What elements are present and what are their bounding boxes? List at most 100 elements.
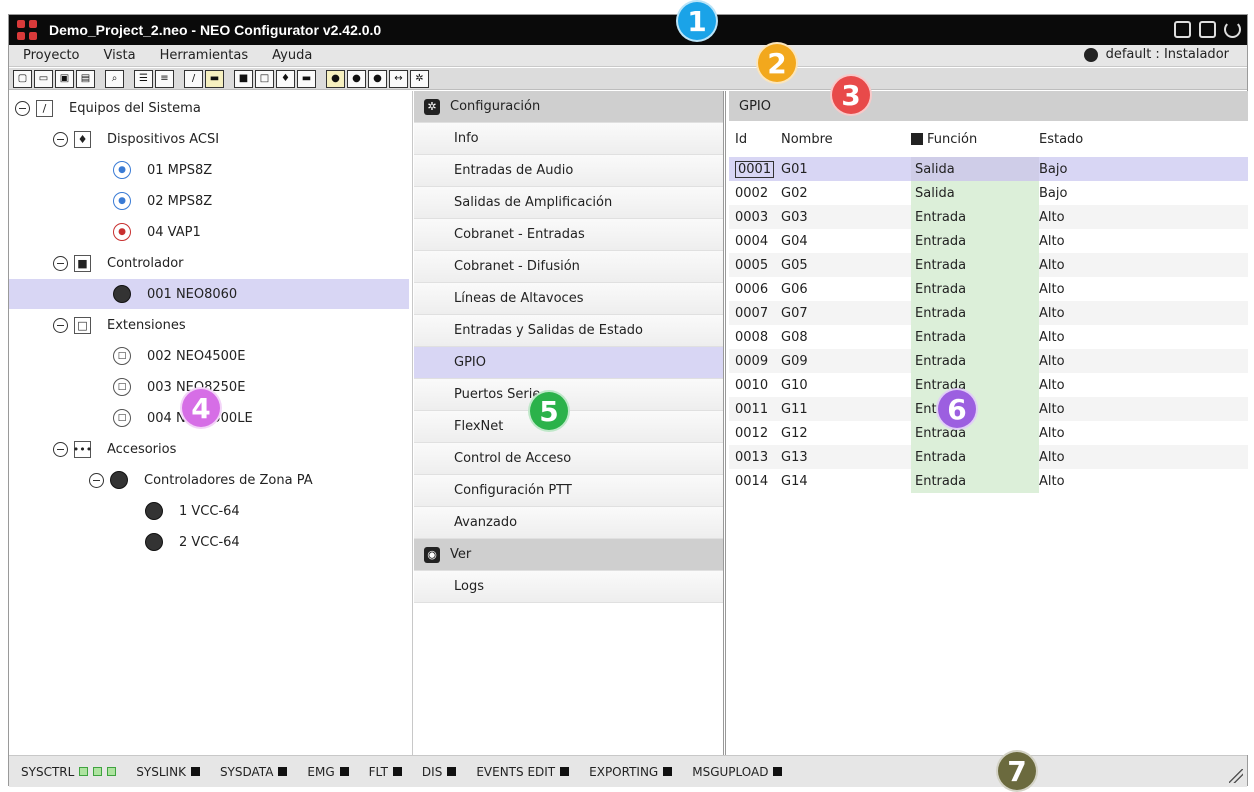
collapse-icon[interactable] [53,131,68,147]
table-row[interactable]: 0011G11EntradaAlto [729,397,1248,421]
tree-node-controlador[interactable]: ■ Controlador [53,248,184,278]
collapse-icon[interactable] [53,317,68,333]
tree-node-mps8z-01[interactable]: ● 01 MPS8Z [113,155,212,185]
cell-funcion[interactable]: Salida [911,181,1039,205]
tree-node-extensiones[interactable]: □ Extensiones [53,310,186,340]
table-row[interactable]: 0012 G12 Entrada Alto [729,421,1248,445]
menu-item-cobranet-entradas[interactable]: Cobranet - Entradas [414,219,723,251]
tree-node-neo8060[interactable]: 001 NEO8060 [9,279,409,309]
table-row[interactable]: 0001 G01 Salida Bajo [729,157,1248,181]
menu-item-avanzado[interactable]: Avanzado [414,507,723,539]
list-view-icon[interactable]: ≡ [155,69,174,88]
cell-funcion[interactable]: Entrada [911,205,1039,229]
tree-node-dispositivos[interactable]: ♦ Dispositivos ACSI [53,124,219,154]
edit-icon[interactable]: / [184,69,203,88]
controller-icon[interactable]: ■ [234,69,253,88]
cell-funcion[interactable]: Entrada [911,349,1039,373]
menu-item-entradas-audio[interactable]: Entradas de Audio [414,155,723,187]
gear-icon: ✲ [424,98,440,115]
tree-view-icon[interactable]: ☰ [134,69,153,88]
cell-funcion[interactable]: Entrada [911,325,1039,349]
print-icon[interactable]: ▤ [76,69,95,88]
cell-estado: Alto [1039,305,1065,321]
callout-7: 7 [996,750,1038,792]
cell-funcion[interactable]: Entrada [911,469,1039,493]
maximize-icon[interactable] [1199,21,1216,38]
tree-node-vcc64-1[interactable]: 1 VCC-64 [145,496,240,526]
resize-grip-icon[interactable] [1229,769,1243,783]
mic-device-icon: ● [113,192,131,210]
table-header: Id Nombre Función Estado [729,121,1248,157]
tree-node-accesorios[interactable]: ••• Accesorios [53,434,176,464]
menu-herramientas[interactable]: Herramientas [160,48,249,63]
menu-item-salidas-amplificacion[interactable]: Salidas de Amplificación [414,187,723,219]
table-row[interactable]: 0008 G08 Entrada Alto [729,325,1248,349]
tree-node-equipos[interactable]: / Equipos del Sistema [15,93,201,123]
tree-node-mps8z-02[interactable]: ● 02 MPS8Z [113,186,212,216]
collapse-icon[interactable] [89,472,104,488]
cell-funcion[interactable]: Salida [911,157,1039,181]
menu-ayuda[interactable]: Ayuda [272,48,312,63]
menu-item-logs[interactable]: Logs [414,571,723,603]
table-row[interactable]: 0006 G06 Entrada Alto [729,277,1248,301]
new-file-icon[interactable]: ▢ [13,69,32,88]
user-indicator[interactable]: default : Instalador [1083,47,1229,62]
settings-icon[interactable]: ✲ [410,69,429,88]
vcc-icon[interactable]: ▬ [297,69,316,88]
power-icon[interactable] [1224,21,1241,38]
tree-node-vcc64-2[interactable]: 2 VCC-64 [145,527,240,557]
microphone-icon[interactable]: ♦ [276,69,295,88]
menu-item-control-acceso[interactable]: Control de Acceso [414,443,723,475]
table-row[interactable]: 0013 G13 Entrada Alto [729,445,1248,469]
col-id[interactable]: Id [729,132,781,147]
transfer-icon[interactable]: ↔ [389,69,408,88]
dots-icon: ••• [72,440,93,458]
cell-id: 0012 [735,425,769,441]
cell-id: 0013 [735,449,769,465]
table-row[interactable]: 0004 G04 Entrada Alto [729,229,1248,253]
message-icon[interactable]: ● [368,69,387,88]
table-row[interactable]: 0003 G03 Entrada Alto [729,205,1248,229]
cell-funcion[interactable]: Entrada [911,253,1039,277]
menu-item-configuracion-ptt[interactable]: Configuración PTT [414,475,723,507]
open-folder-icon[interactable]: ▭ [34,69,53,88]
callout-4: 4 [180,387,222,429]
col-nombre[interactable]: Nombre [781,132,911,147]
image-icon[interactable]: ▬ [205,69,224,88]
cell-funcion[interactable]: Entrada [911,301,1039,325]
minimize-icon[interactable] [1174,21,1191,38]
menu-item-entradas-salidas-estado[interactable]: Entradas y Salidas de Estado [414,315,723,347]
collapse-icon[interactable] [53,441,68,457]
menu-proyecto[interactable]: Proyecto [23,48,80,63]
table-row[interactable]: 0002 G02 Salida Bajo [729,181,1248,205]
table-row[interactable]: 0009 G09 Entrada Alto [729,349,1248,373]
tree-node-neo8250e[interactable]: □ 003 NEO8250E [113,372,245,402]
cell-funcion[interactable]: Entrada [911,373,1039,397]
collapse-icon[interactable] [53,255,68,271]
speaker-icon[interactable]: ● [326,69,345,88]
collapse-icon[interactable] [15,100,30,116]
table-row[interactable]: 0005 G05 Entrada Alto [729,253,1248,277]
tree-node-neo4500e[interactable]: □ 002 NEO4500E [113,341,245,371]
cell-funcion[interactable]: Entrada [911,229,1039,253]
col-estado[interactable]: Estado [1039,132,1189,147]
tree-node-zona-pa[interactable]: Controladores de Zona PA [89,465,313,495]
mic-round-icon[interactable]: ● [347,69,366,88]
cell-funcion[interactable]: Entrada [911,277,1039,301]
save-icon[interactable]: ▣ [55,69,74,88]
menu-item-cobranet-difusion[interactable]: Cobranet - Difusión [414,251,723,283]
menu-item-lineas-altavoces[interactable]: Líneas de Altavoces [414,283,723,315]
menu-item-info[interactable]: Info [414,123,723,155]
cell-nombre: G04 [781,233,808,249]
table-row[interactable]: 0010 G10 Entrada Alto [729,373,1248,397]
col-funcion[interactable]: Función [911,132,1039,147]
extension-icon[interactable]: □ [255,69,274,88]
cell-funcion[interactable]: Entrada [911,421,1039,445]
menu-vista[interactable]: Vista [104,48,136,63]
search-icon[interactable]: ⌕ [105,69,124,88]
table-row[interactable]: 0014 G14 Entrada Alto [729,469,1248,493]
tree-node-vap1[interactable]: ● 04 VAP1 [113,217,201,247]
table-row[interactable]: 0007 G07 Entrada Alto [729,301,1248,325]
menu-item-gpio[interactable]: GPIO [414,347,723,379]
cell-funcion[interactable]: Entrada [911,445,1039,469]
